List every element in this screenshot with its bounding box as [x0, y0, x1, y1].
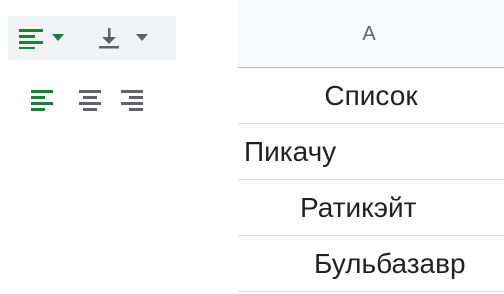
cell-value: Список	[324, 80, 418, 111]
cell-value: Ратикэйт	[300, 192, 417, 223]
caret-down-icon	[52, 34, 64, 42]
cell-a2[interactable]: Пикачу	[238, 124, 504, 180]
cell-a3[interactable]: Ратикэйт	[238, 180, 504, 236]
align-center-option[interactable]	[78, 88, 102, 112]
formatting-toolbar	[8, 16, 176, 60]
align-left-icon	[18, 27, 44, 49]
align-right-icon	[120, 88, 144, 112]
align-bottom-icon	[98, 26, 120, 50]
cell-a1[interactable]: Список	[238, 68, 504, 124]
sheets-ui: A Список Пикачу Ратикэйт Бульбазавр	[0, 0, 504, 294]
cell-value: Бульбазавр	[314, 248, 466, 279]
cell-value: Пикачу	[244, 136, 337, 167]
vertical-align-button[interactable]	[98, 16, 166, 60]
align-center-icon	[78, 88, 102, 112]
align-left-option[interactable]	[30, 88, 54, 112]
caret-down-icon	[136, 34, 148, 42]
align-left-icon	[30, 88, 54, 112]
column-header-label: A	[362, 23, 376, 45]
column-header-a[interactable]: A	[238, 0, 504, 68]
spreadsheet-grid: A Список Пикачу Ратикэйт Бульбазавр	[238, 0, 504, 294]
cell-a4[interactable]: Бульбазавр	[238, 236, 504, 292]
align-right-option[interactable]	[120, 88, 144, 112]
horizontal-align-menu	[8, 64, 176, 144]
horizontal-align-button[interactable]	[18, 16, 86, 60]
